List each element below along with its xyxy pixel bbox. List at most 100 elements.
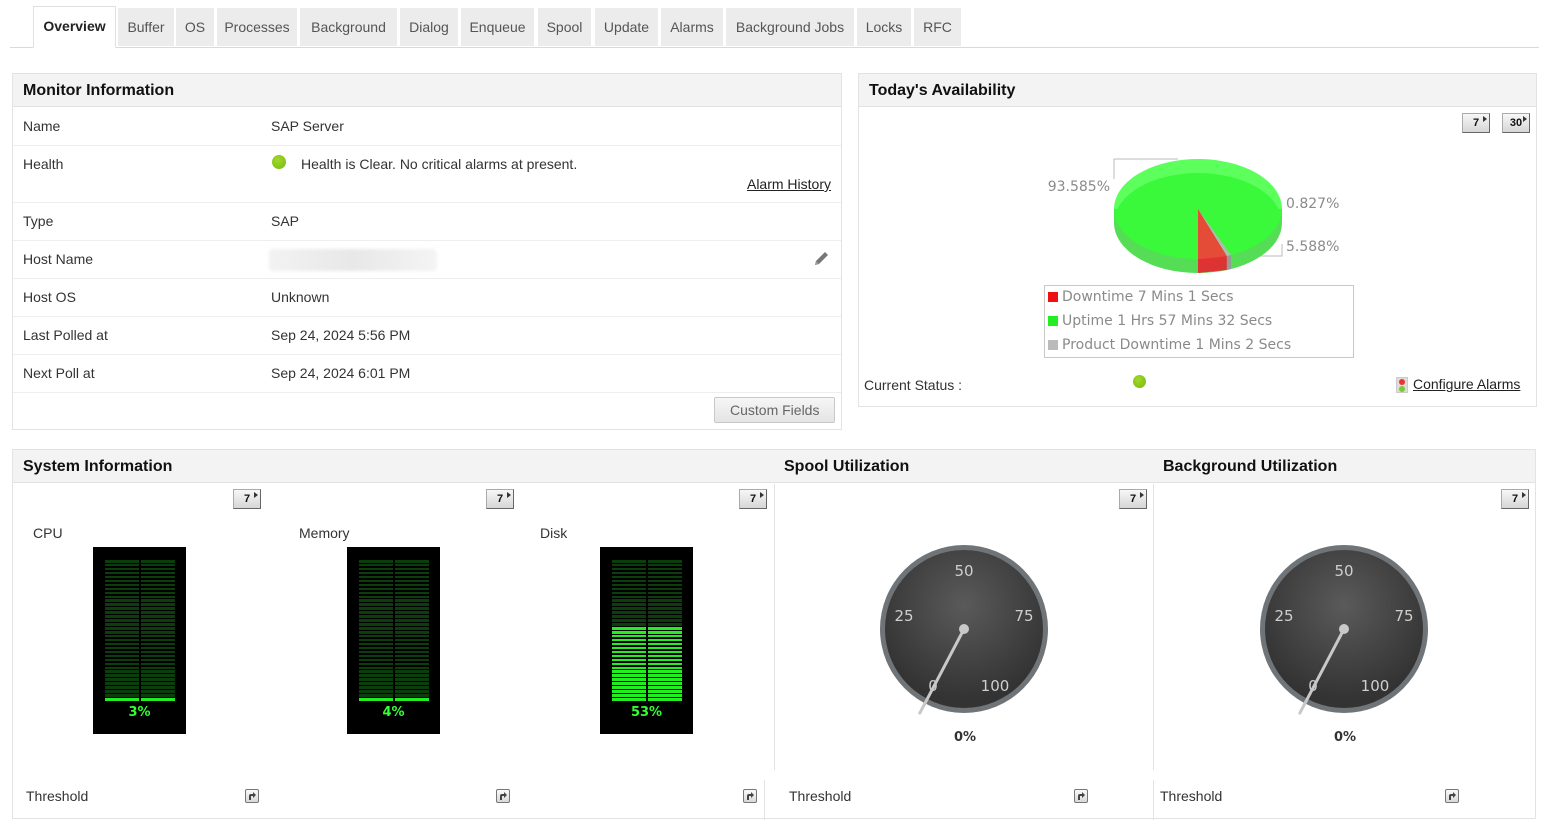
gauge-needle-hub: [959, 624, 969, 634]
meter-segment-lit: [612, 686, 646, 689]
play-icon: [507, 492, 511, 498]
meter-segment: [612, 583, 646, 587]
meter-segment-lit: [612, 694, 646, 697]
meter-segment-lit: [648, 658, 682, 662]
cpu-threshold-link-icon[interactable]: [245, 789, 259, 803]
tab-os[interactable]: OS: [176, 8, 214, 46]
meter-segment-lit: [612, 642, 646, 646]
gauge-tick-label: 75: [1014, 607, 1033, 625]
spool-7-days-button[interactable]: 7: [1119, 489, 1147, 509]
disk-7-days-label: 7: [749, 493, 757, 505]
meter-segment: [395, 627, 429, 630]
meter-segment: [395, 634, 429, 638]
system-information-title: System Information: [23, 458, 173, 475]
meter-segment: [359, 595, 393, 599]
disk-7-days-button[interactable]: 7: [739, 489, 767, 509]
meter-segment: [105, 682, 139, 685]
meter-segment: [141, 650, 175, 654]
meter-segment: [359, 654, 393, 658]
memory-meter: 4%: [347, 547, 440, 734]
background-threshold-link-icon[interactable]: [1445, 789, 1459, 803]
legend-text-uptime: Uptime 1 Hrs 57 Mins 32 Secs: [1062, 313, 1273, 329]
meter-segment-lit: [612, 638, 646, 642]
configure-alarms-link[interactable]: Configure Alarms: [1413, 376, 1520, 392]
custom-fields-button[interactable]: Custom Fields: [714, 397, 836, 423]
meter-segment: [359, 662, 393, 666]
meter-segment-lit: [612, 627, 646, 630]
pie-label-downtime: 5.588%: [1286, 239, 1340, 255]
meter-segment: [105, 634, 139, 638]
pie-label-product-downtime: 0.827%: [1286, 196, 1340, 212]
last-polled-value: Sep 24, 2024 5:56 PM: [271, 327, 411, 343]
meter-segment: [105, 627, 139, 630]
availability-panel: Today's Availability 7 30 93.585% 0.827%…: [858, 73, 1537, 407]
legend-text-downtime: Downtime 7 Mins 1 Secs: [1062, 289, 1234, 305]
legend-swatch-product-downtime: [1048, 340, 1058, 350]
memory-7-days-button[interactable]: 7: [486, 489, 514, 509]
disk-threshold-link-icon[interactable]: [743, 789, 757, 803]
tab-buffer[interactable]: Buffer: [118, 8, 174, 46]
tab-rfc[interactable]: RFC: [914, 8, 961, 46]
background-7-days-button[interactable]: 7: [1501, 489, 1529, 509]
meter-segment: [395, 686, 429, 689]
meter-segment-lit: [612, 666, 646, 670]
play-icon: [760, 492, 764, 498]
gauge-tick-label: 100: [981, 677, 1010, 695]
tab-background-jobs[interactable]: Background Jobs: [726, 8, 854, 46]
play-icon: [1522, 492, 1526, 498]
tab-enqueue[interactable]: Enqueue: [461, 8, 534, 46]
meter-segment: [141, 674, 175, 677]
tab-overview[interactable]: Overview: [33, 6, 116, 48]
meter-segment: [141, 631, 175, 634]
tab-alarms[interactable]: Alarms: [661, 8, 723, 46]
info-row-next-poll: Next Poll at Sep 24, 2024 6:01 PM: [13, 355, 841, 393]
tab-background[interactable]: Background: [300, 8, 397, 46]
meter-segment: [105, 666, 139, 670]
meter-segment: [648, 583, 682, 587]
meter-segment: [141, 587, 175, 591]
meter-segment: [395, 638, 429, 642]
gauge-tick-label: 50: [1334, 562, 1353, 580]
meter-segment: [648, 599, 682, 602]
meter-segment: [105, 631, 139, 634]
meter-segment: [395, 571, 429, 575]
meter-segment: [648, 595, 682, 599]
meter-segment: [141, 567, 175, 571]
tab-processes[interactable]: Processes: [217, 8, 297, 46]
memory-threshold-link-icon[interactable]: [496, 789, 510, 803]
gauge-tick-label: 25: [1274, 607, 1293, 625]
alarm-history-link[interactable]: Alarm History: [747, 176, 831, 192]
meter-segment: [105, 658, 139, 662]
meter-segment: [359, 650, 393, 654]
meter-segment: [395, 678, 429, 681]
meter-segment-lit: [612, 634, 646, 638]
health-status-icon: [272, 155, 286, 169]
meter-segment-lit: [648, 678, 682, 681]
spool-threshold-label: Threshold: [789, 788, 852, 804]
meter-segment: [105, 611, 139, 614]
meter-segment: [395, 587, 429, 591]
meter-segment: [359, 674, 393, 677]
meter-segment: [105, 646, 139, 650]
spool-7-days-label: 7: [1129, 493, 1137, 505]
meter-segment: [612, 623, 646, 626]
meter-segment: [395, 603, 429, 606]
edit-host-name-pencil-icon[interactable]: [813, 250, 830, 270]
meter-segment: [359, 634, 393, 638]
meter-segment: [359, 571, 393, 575]
cpu-7-days-button[interactable]: 7: [233, 489, 261, 509]
tab-locks[interactable]: Locks: [857, 8, 911, 46]
meter-segment: [612, 607, 646, 610]
tab-spool[interactable]: Spool: [538, 8, 591, 46]
meter-segment: [141, 654, 175, 658]
info-row-health: Health Health is Clear. No critical alar…: [13, 146, 841, 203]
tab-dialog[interactable]: Dialog: [400, 8, 458, 46]
info-row-last-polled: Last Polled at Sep 24, 2024 5:56 PM: [13, 317, 841, 355]
meter-segment: [359, 563, 393, 567]
meter-segment: [612, 603, 646, 606]
type-value: SAP: [271, 213, 300, 229]
spool-gauge-value: 0%: [954, 730, 977, 745]
cpu-meter-value: 3%: [128, 705, 151, 720]
spool-threshold-link-icon[interactable]: [1074, 789, 1088, 803]
tab-update[interactable]: Update: [595, 8, 658, 46]
